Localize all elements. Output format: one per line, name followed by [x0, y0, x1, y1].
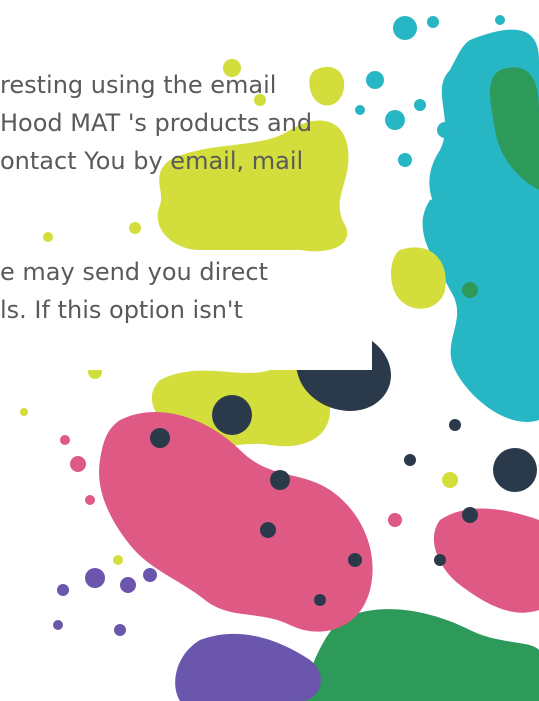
text-line: e may send you direct [0, 258, 268, 286]
text-line: ontact You by email, mail [0, 147, 304, 175]
text-line: Hood MAT 's products and [0, 109, 313, 137]
text-line: resting using the email [0, 71, 277, 99]
text-line: ls. If this option isn't [0, 296, 243, 324]
consent-text-paragraph-one: resting using the email Hood MAT 's prod… [0, 66, 312, 180]
consent-text-paragraph-two: e may send you direct ls. If this option… [0, 253, 372, 370]
